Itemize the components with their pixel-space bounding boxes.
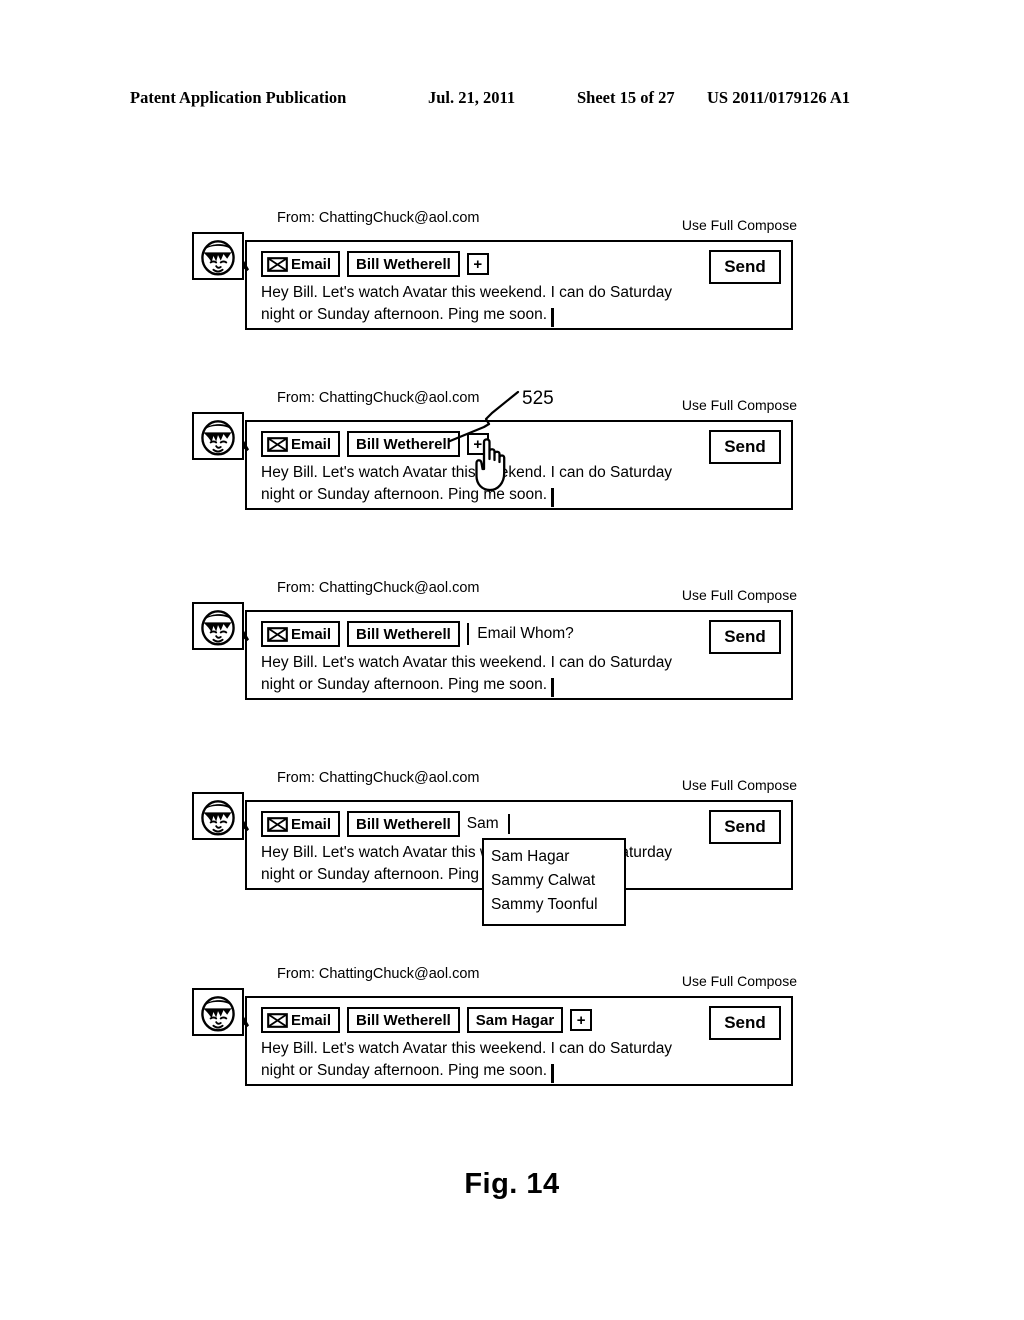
send-button[interactable]: Send	[709, 1006, 781, 1040]
figure-caption: Fig. 14	[464, 1168, 560, 1200]
panel-autocomplete: From: ChattingChuck@aol.com Use Full Comp…	[0, 766, 1024, 926]
add-recipient-button[interactable]: +	[570, 1009, 593, 1031]
add-recipient-button[interactable]: +	[466, 253, 489, 275]
from-address: ChattingChuck@aol.com	[318, 580, 480, 596]
message-body[interactable]: Hey Bill. Let's watch Avatar this weeken…	[261, 652, 741, 698]
send-button[interactable]: Send	[709, 620, 781, 654]
from-line: From: ChattingChuck@aol.com	[277, 210, 480, 226]
avatar	[192, 412, 244, 460]
sheet-number: Sheet 15 of 27	[577, 88, 675, 107]
email-chip-label: Email	[291, 815, 332, 833]
panel-initial: From: ChattingChuck@aol.com Use Full Comp…	[0, 206, 1024, 356]
recipient-prompt-text: Email Whom?	[477, 625, 574, 642]
avatar	[192, 602, 244, 650]
recipient-chip[interactable]: Bill Wetherell	[347, 811, 460, 837]
recipient-chip-row: Email Bill Wetherell +	[261, 251, 489, 277]
use-full-compose-link[interactable]: Use Full Compose	[682, 973, 797, 989]
email-chip-label: Email	[291, 625, 332, 643]
message-caret	[551, 308, 554, 328]
recipient-chip[interactable]: Sam Hagar	[466, 1007, 564, 1033]
autocomplete-item[interactable]: Sammy Toonful	[484, 893, 624, 917]
recipient-chip[interactable]: Bill Wetherell	[347, 621, 460, 647]
text-caret	[507, 814, 511, 834]
from-label: From:	[277, 770, 319, 786]
recipient-chip[interactable]: Bill Wetherell	[347, 251, 460, 277]
send-button[interactable]: Send	[709, 810, 781, 844]
from-address: ChattingChuck@aol.com	[318, 770, 480, 786]
from-line: From: ChattingChuck@aol.com	[277, 966, 480, 982]
page-header: Patent Application Publication Jul. 21, …	[0, 88, 1024, 112]
publication-title: Patent Application Publication	[130, 88, 347, 107]
recipient-chip-row: Email Bill Wetherell Sam	[261, 811, 511, 837]
recipient-autocomplete-dropdown[interactable]: Sam Hagar Sammy Calwat Sammy Toonful	[482, 838, 626, 926]
panel-plus-clicked: From: ChattingChuck@aol.com Use Full Comp…	[0, 386, 1024, 536]
text-caret	[466, 623, 470, 645]
message-line: Hey Bill. Let's watch Avatar this weeken…	[261, 654, 673, 671]
recipient-input-typed[interactable]: Sam	[466, 814, 511, 834]
send-button[interactable]: Send	[709, 250, 781, 284]
avatar-face-icon	[201, 800, 235, 836]
message-caret	[551, 488, 554, 508]
avatar-face-icon	[201, 420, 235, 456]
message-line: night or Sunday afternoon. Ping me soon.	[261, 674, 741, 698]
panel-prompt: From: ChattingChuck@aol.com Use Full Comp…	[0, 576, 1024, 726]
from-label: From:	[277, 966, 319, 982]
avatar-face-icon	[201, 996, 235, 1032]
use-full-compose-link[interactable]: Use Full Compose	[682, 587, 797, 603]
hand-pointer-cursor	[475, 438, 506, 492]
message-line: Hey Bill. Let's watch Avatar this weeken…	[261, 1040, 673, 1057]
message-body[interactable]: Hey Bill. Let's watch Avatar this weeken…	[261, 1038, 741, 1084]
avatar-face-icon	[201, 240, 235, 276]
autocomplete-item[interactable]: Sam Hagar	[484, 845, 624, 869]
autocomplete-item[interactable]: Sammy Calwat	[484, 869, 624, 893]
message-caret	[551, 678, 554, 698]
recipient-chip-row: Email Bill Wetherell Email Whom?	[261, 621, 574, 647]
email-chip-label: Email	[291, 435, 332, 453]
message-body[interactable]: Hey Bill. Let's watch Avatar this weeken…	[261, 282, 741, 328]
email-chip-label: Email	[291, 1011, 332, 1029]
patent-number: US 2011/0179126 A1	[707, 88, 851, 107]
avatar	[192, 232, 244, 280]
from-address: ChattingChuck@aol.com	[318, 966, 480, 982]
use-full-compose-link[interactable]: Use Full Compose	[682, 397, 797, 413]
message-line: night or Sunday afternoon. Ping me soon.	[261, 1060, 741, 1084]
recipient-typed-text: Sam	[466, 815, 499, 832]
compose-panel: Send Email Bill Wetherell Sam Hey Bill. Let…	[245, 800, 793, 926]
message-line: night or Sunday afternoon. Ping me soon.	[261, 304, 741, 328]
avatar	[192, 988, 244, 1036]
use-full-compose-link[interactable]: Use Full Compose	[682, 217, 797, 233]
send-button[interactable]: Send	[709, 430, 781, 464]
avatar	[192, 792, 244, 840]
from-label: From:	[277, 210, 319, 226]
recipient-chip-row: Email Bill Wetherell Sam Hagar +	[261, 1007, 593, 1033]
use-full-compose-link[interactable]: Use Full Compose	[682, 777, 797, 793]
recipient-input-prompt[interactable]: Email Whom?	[466, 623, 574, 645]
avatar-face-icon	[201, 610, 235, 646]
message-line: Hey Bill. Let's watch Avatar this weeken…	[261, 284, 673, 301]
from-line: From: ChattingChuck@aol.com	[277, 580, 480, 596]
from-address: ChattingChuck@aol.com	[318, 210, 480, 226]
panel-recipient-added: From: ChattingChuck@aol.com Use Full Comp…	[0, 962, 1024, 1112]
compose-panel: Send Email Bill Wetherell + Hey Bill. Let's…	[245, 240, 793, 330]
publication-date: Jul. 21, 2011	[428, 88, 516, 107]
compose-panel: Send Email Bill Wetherell Sam Hagar + Hey Bi…	[245, 996, 793, 1086]
message-caret	[551, 1064, 554, 1084]
compose-panel: Send Email Bill Wetherell Email Whom? Hey B…	[245, 610, 793, 700]
from-line: From: ChattingChuck@aol.com	[277, 770, 480, 786]
from-label: From:	[277, 390, 319, 406]
recipient-chip[interactable]: Bill Wetherell	[347, 1007, 460, 1033]
email-chip-label: Email	[291, 255, 332, 273]
from-label: From:	[277, 580, 319, 596]
reference-numeral: 525	[522, 388, 554, 409]
